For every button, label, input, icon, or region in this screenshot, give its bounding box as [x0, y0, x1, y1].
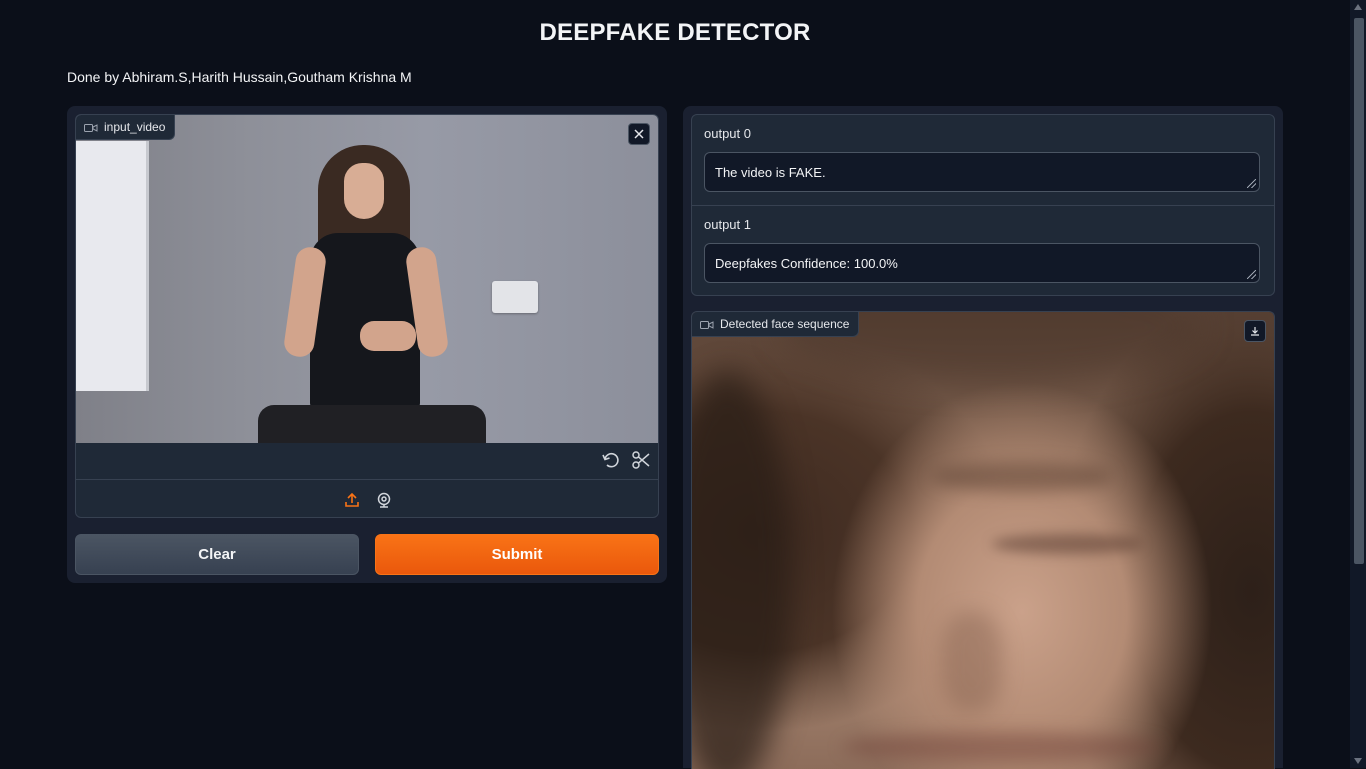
upload-source-button[interactable]	[342, 490, 362, 510]
upload-icon	[345, 492, 359, 507]
download-button[interactable]	[1244, 320, 1266, 342]
eyebrow-image-region	[932, 462, 1112, 492]
lips-image-region	[842, 732, 1162, 762]
eye-image-region	[992, 534, 1142, 554]
scroll-down-arrow-icon[interactable]	[1354, 758, 1362, 764]
output-1-block: output 1 Deepfakes Confidence: 100.0%	[692, 206, 1274, 296]
video-camera-icon	[84, 122, 98, 132]
output-0-block: output 0 The video is FAKE.	[692, 115, 1274, 206]
undo-icon	[602, 452, 619, 468]
output-1-textbox[interactable]: Deepfakes Confidence: 100.0%	[704, 243, 1260, 283]
desk-image-region	[258, 405, 486, 443]
webcam-source-button[interactable]	[374, 490, 394, 510]
credits-text: Done by Abhiram.S,Harith Hussain,Goutham…	[67, 69, 412, 85]
input-panel: input_video Clear Submit	[67, 106, 667, 583]
whiteboard-image-region	[76, 141, 149, 391]
video-source-selector	[76, 479, 658, 517]
output-0-textbox[interactable]: The video is FAKE.	[704, 152, 1260, 192]
scissors-icon	[632, 451, 650, 469]
page-scrollbar[interactable]	[1350, 0, 1366, 768]
hair-image-region	[692, 372, 792, 769]
undo-button[interactable]	[600, 449, 622, 471]
page-title: DEEPFAKE DETECTOR	[539, 19, 811, 46]
face-sequence-label-chip: Detected face sequence	[692, 312, 860, 337]
nose-image-region	[942, 612, 1002, 712]
input-video-component: input_video	[75, 114, 659, 518]
output-1-value: Deepfakes Confidence: 100.0%	[715, 256, 898, 271]
resize-handle-icon[interactable]	[1247, 270, 1256, 279]
video-edit-toolbar	[76, 443, 658, 479]
scrollbar-thumb[interactable]	[1354, 18, 1364, 564]
submit-button[interactable]: Submit	[375, 534, 659, 575]
input-video-player[interactable]	[76, 115, 658, 443]
person-face-image-region	[344, 163, 384, 219]
person-hands-image-region	[360, 321, 416, 351]
output-1-label: output 1	[704, 217, 751, 232]
video-camera-icon	[700, 319, 714, 329]
input-video-label: input_video	[104, 120, 166, 134]
clear-video-close-button[interactable]	[628, 123, 650, 145]
clear-button[interactable]: Clear	[75, 534, 359, 575]
face-sequence-video-player[interactable]	[692, 312, 1274, 769]
output-panel: output 0 The video is FAKE. output 1 Dee…	[683, 106, 1283, 769]
input-video-label-chip: input_video	[76, 115, 176, 140]
face-sequence-component: Detected face sequence	[691, 311, 1275, 769]
trim-button[interactable]	[630, 449, 652, 471]
output-0-label: output 0	[704, 126, 751, 141]
text-outputs: output 0 The video is FAKE. output 1 Dee…	[691, 114, 1275, 296]
close-icon	[634, 129, 644, 139]
wall-switch-image-region	[492, 281, 538, 313]
resize-handle-icon[interactable]	[1247, 179, 1256, 188]
face-sequence-label: Detected face sequence	[720, 317, 850, 331]
output-0-value: The video is FAKE.	[715, 165, 826, 180]
download-icon	[1251, 327, 1259, 336]
webcam-icon	[377, 492, 391, 508]
scroll-up-arrow-icon[interactable]	[1354, 4, 1362, 10]
